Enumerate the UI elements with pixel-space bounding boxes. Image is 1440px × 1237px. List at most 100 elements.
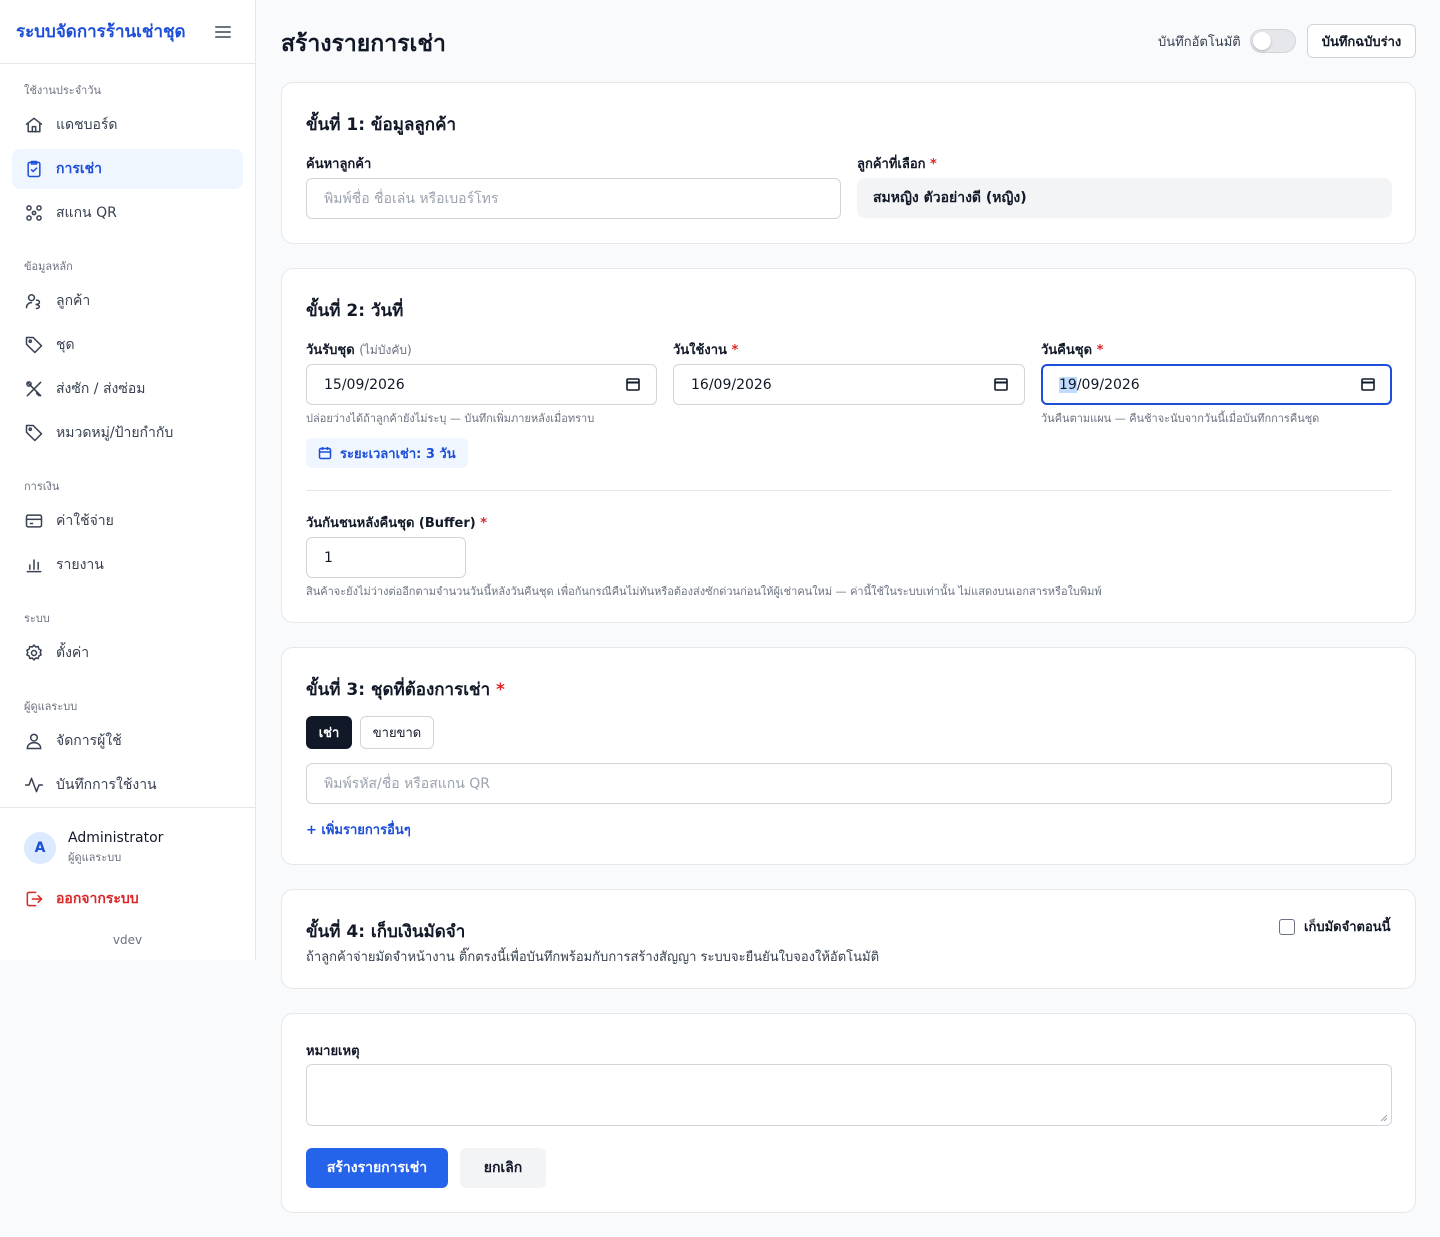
return-date-rest: /09/2026 <box>1076 376 1140 393</box>
step3-title-text: ขั้นที่ 3: ชุดที่ต้องการเช่า <box>306 680 491 700</box>
nav-section-master: ข้อมูลหลัก <box>24 260 73 273</box>
sidebar-item-label: สแกน QR <box>56 205 117 221</box>
customer-search-label: ค้นหาลูกค้า <box>306 157 372 172</box>
user-role: ผู้ดูแลระบบ <box>68 851 122 864</box>
nav-section-admin: ผู้ดูแลระบบ <box>24 700 78 713</box>
sidebar-item-expenses[interactable]: ค่าใช้จ่าย <box>12 501 243 541</box>
clipboard-check-icon <box>27 160 41 178</box>
notes-card: หมายเหตุ สร้างรายการเช่า ยกเลิก <box>281 1013 1416 1213</box>
qr-icon <box>26 205 42 221</box>
menu-toggle-icon[interactable] <box>215 25 231 38</box>
user-profile[interactable]: A Administrator ผู้ดูแลระบบ <box>24 830 163 866</box>
divider <box>306 490 1391 491</box>
calendar-icon[interactable] <box>1361 377 1375 391</box>
use-date-label-text: วันใช้งาน <box>673 343 727 358</box>
sidebar-item-reports[interactable]: รายงาน <box>12 545 243 585</box>
step3-card: ขั้นที่ 3: ชุดที่ต้องการเช่า * เช่า ขายข… <box>281 647 1416 865</box>
tools-icon <box>26 381 42 397</box>
selected-customer-value: สมหญิง ตัวอย่างดี (หญิง) <box>857 178 1392 218</box>
customer-search-input[interactable]: พิมพ์ชื่อ ชื่อเล่น หรือเบอร์โทร <box>306 178 841 219</box>
sidebar-item-label: จัดการผู้ใช้ <box>56 733 122 749</box>
step2-card: ขั้นที่ 2: วันที่ วันรับชุด (ไม่บังคับ) … <box>281 268 1416 623</box>
return-date-label: วันคืนชุด * <box>1041 343 1104 358</box>
step3-title: ขั้นที่ 3: ชุดที่ต้องการเช่า * <box>306 680 505 700</box>
sidebar-item-label: แดชบอร์ด <box>56 117 118 133</box>
sidebar-item-laundry-repair[interactable]: ส่งซัก / ส่งซ่อม <box>12 369 243 409</box>
nav-section-finance: การเงิน <box>24 480 60 493</box>
return-date-input[interactable]: 19/09/2026 <box>1041 364 1392 405</box>
use-date-value: 16/09/2026 <box>691 376 772 393</box>
autosave-label: บันทึกอัตโนมัติ <box>1158 35 1241 50</box>
pickup-date-label: วันรับชุด (ไม่บังคับ) <box>306 339 412 360</box>
notes-label: หมายเหตุ <box>306 1044 360 1059</box>
sidebar-item-label: ค่าใช้จ่าย <box>56 513 114 529</box>
sidebar-item-outfits[interactable]: ชุด <box>12 325 243 365</box>
sidebar-item-settings[interactable]: ตั้งค่า <box>12 633 243 673</box>
sidebar-item-rentals[interactable]: การเช่า <box>12 149 243 189</box>
checkbox-box[interactable] <box>1279 918 1295 935</box>
item-search-input[interactable]: พิมพ์รหัส/ชื่อ หรือสแกน QR <box>306 763 1392 804</box>
collect-deposit-label: เก็บมัดจำตอนนี้ <box>1304 920 1391 935</box>
rental-duration-text: ระยะเวลาเช่า: 3 วัน <box>340 446 456 462</box>
autosave-toggle[interactable] <box>1250 29 1296 53</box>
step4-title: ขั้นที่ 4: เก็บเงินมัดจำ <box>306 922 466 942</box>
gear-icon <box>25 643 43 662</box>
sidebar-item-label: ส่งซัก / ส่งซ่อม <box>56 381 146 397</box>
pickup-date-label-text: วันรับชุด <box>306 343 355 358</box>
pickup-date-input[interactable]: 15/09/2026 <box>306 364 657 405</box>
credit-card-icon <box>25 514 43 528</box>
add-item-link[interactable]: + เพิ่มรายการอื่นๆ <box>306 819 411 840</box>
sidebar-item-label: การเช่า <box>56 161 103 177</box>
rental-duration-badge: ระยะเวลาเช่า: 3 วัน <box>306 438 468 468</box>
bar-chart-icon <box>26 559 42 573</box>
buffer-days-input[interactable]: 1 <box>306 537 466 578</box>
use-date-input[interactable]: 16/09/2026 <box>673 364 1025 405</box>
mode-rent-button[interactable]: เช่า <box>306 716 352 749</box>
return-date-day: 19 <box>1059 376 1077 393</box>
buffer-label-text: วันกันชนหลังคืนชุด (Buffer) <box>306 516 476 531</box>
calendar-icon[interactable] <box>626 377 640 391</box>
brand-bar: ระบบจัดการร้านเช่าชุด <box>0 0 255 64</box>
selected-customer-label-text: ลูกค้าที่เลือก <box>857 157 926 172</box>
logout-label: ออกจากระบบ <box>56 891 139 907</box>
sidebar-footer: A Administrator ผู้ดูแลระบบ ออกจากระบบ v… <box>0 807 255 947</box>
sidebar-item-dashboard[interactable]: แดชบอร์ด <box>12 105 243 145</box>
home-icon <box>25 117 43 133</box>
page-title: สร้างรายการเช่า <box>281 31 446 57</box>
cancel-button[interactable]: ยกเลิก <box>460 1148 546 1188</box>
label-icon <box>25 424 43 442</box>
sidebar-item-categories[interactable]: หมวดหมู่/ป้ายกำกับ <box>12 413 243 453</box>
sidebar-item-users[interactable]: จัดการผู้ใช้ <box>12 721 243 761</box>
step1-card: ขั้นที่ 1: ข้อมูลลูกค้า ค้นหาลูกค้า พิมพ… <box>281 82 1416 244</box>
customers-icon <box>25 294 41 310</box>
save-draft-button[interactable]: บันทึกฉบับร่าง <box>1307 24 1416 58</box>
user-name: Administrator <box>68 830 164 846</box>
pickup-date-value: 15/09/2026 <box>324 376 405 393</box>
sidebar: ระบบจัดการร้านเช่าชุด ใช้งานประจำวัน แดช… <box>0 0 256 960</box>
calendar-icon[interactable] <box>994 377 1008 391</box>
sidebar-item-label: บันทึกการใช้งาน <box>56 777 157 793</box>
nav-section-daily: ใช้งานประจำวัน <box>24 84 102 97</box>
collect-deposit-checkbox[interactable]: เก็บมัดจำตอนนี้ <box>1279 916 1391 937</box>
sidebar-item-label: รายงาน <box>56 557 104 573</box>
create-rental-button[interactable]: สร้างรายการเช่า <box>306 1148 448 1188</box>
nav-section-system: ระบบ <box>24 612 50 625</box>
calendar-icon <box>318 447 332 460</box>
step1-title: ขั้นที่ 1: ข้อมูลลูกค้า <box>306 115 456 135</box>
resize-handle-icon[interactable] <box>1380 1114 1388 1122</box>
sidebar-item-label: หมวดหมู่/ป้ายกำกับ <box>56 425 174 441</box>
sidebar-item-activity-log[interactable]: บันทึกการใช้งาน <box>12 765 243 805</box>
notes-textarea[interactable] <box>306 1064 1392 1126</box>
step4-description: ถ้าลูกค้าจ่ายมัดจำหน้างาน ติ๊กตรงนี้เพื่… <box>306 950 880 965</box>
return-date-label-text: วันคืนชุด <box>1041 343 1093 358</box>
mode-sell-button[interactable]: ขายขาด <box>360 716 434 749</box>
logout-button[interactable]: ออกจากระบบ <box>24 888 139 910</box>
buffer-hint: สินค้าจะยังไม่ว่างต่ออีกตามจำนวนวันนี้หล… <box>306 585 1102 598</box>
return-date-hint: วันคืนตามแผน — คืนช้าจะนับจากวันนี้เมื่อ… <box>1041 412 1320 425</box>
tag-icon <box>25 336 43 354</box>
sidebar-item-label: ลูกค้า <box>56 293 91 309</box>
sidebar-item-scan-qr[interactable]: สแกน QR <box>12 193 243 233</box>
sidebar-item-label: ตั้งค่า <box>56 645 90 661</box>
pickup-date-hint: ปล่อยว่างได้ถ้าลูกค้ายังไม่ระบุ — บันทึก… <box>306 412 595 425</box>
sidebar-item-customers[interactable]: ลูกค้า <box>12 281 243 321</box>
